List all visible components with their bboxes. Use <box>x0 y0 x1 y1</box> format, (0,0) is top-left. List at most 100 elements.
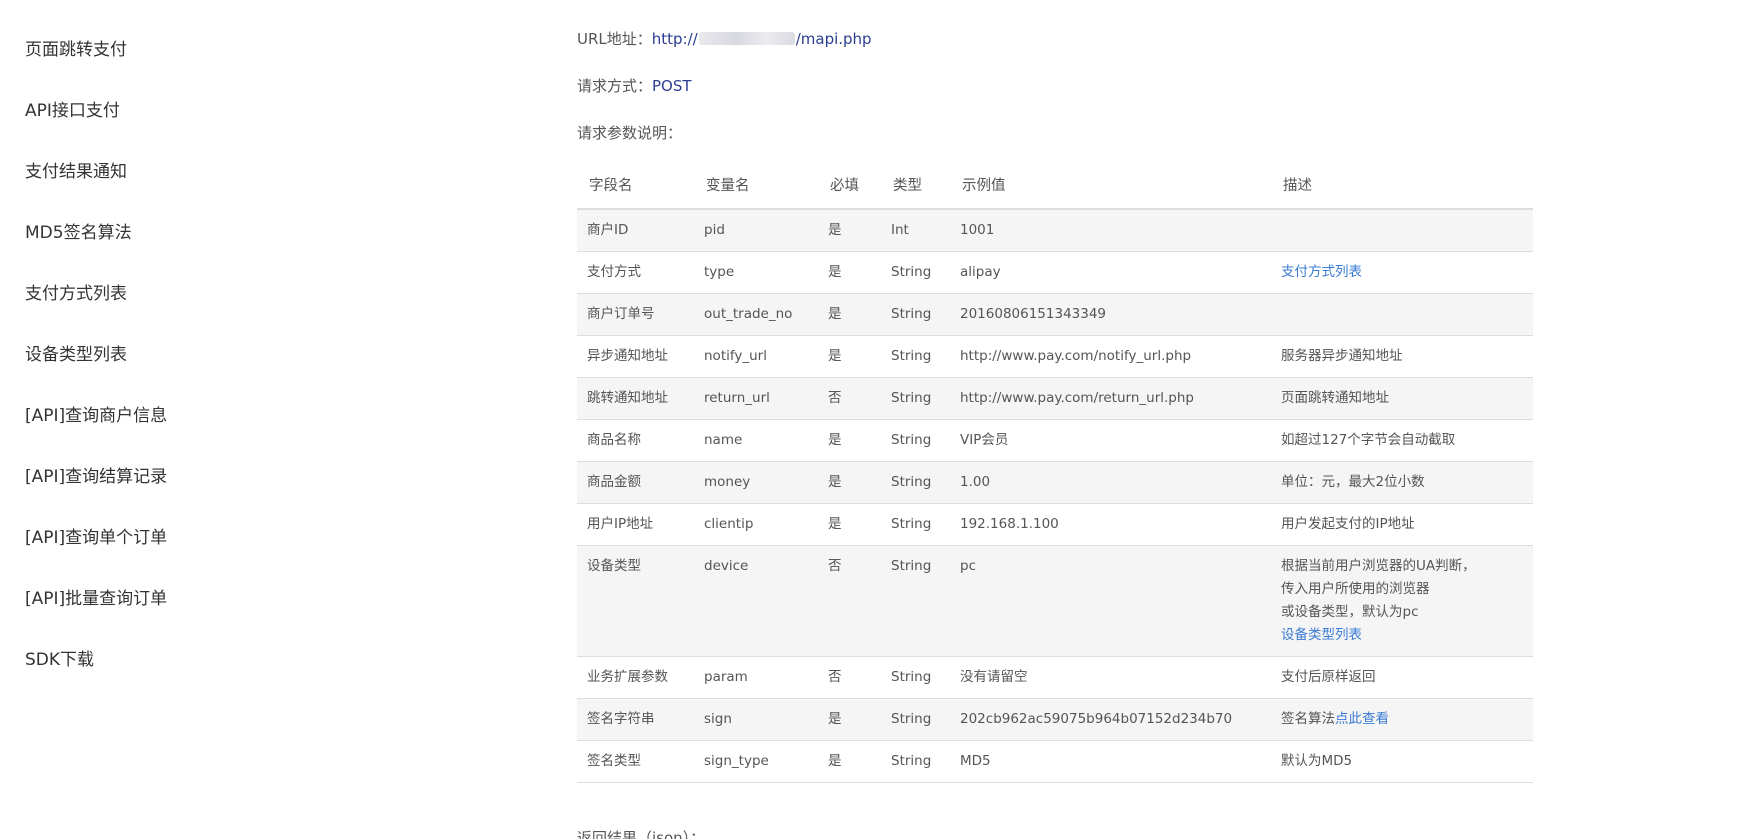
cell-var: pid <box>694 209 818 252</box>
redacted-domain <box>698 32 795 45</box>
cell-type: String <box>881 656 950 699</box>
cell-example: 20160806151343349 <box>950 293 1271 336</box>
cell-var: sign <box>694 698 818 741</box>
cell-desc <box>1271 293 1533 336</box>
sidebar-item-api-settlement[interactable]: [API]查询结算记录 <box>25 462 167 487</box>
cell-desc: 支付方式列表 <box>1271 251 1533 294</box>
sidebar-item-api-merchant-info[interactable]: [API]查询商户信息 <box>25 401 167 426</box>
cell-required: 否 <box>818 377 881 420</box>
cell-field: 跳转通知地址 <box>577 377 694 420</box>
table-row: 异步通知地址 notify_url 是 String http://www.pa… <box>577 335 1533 378</box>
cell-required: 否 <box>818 545 881 657</box>
cell-example: 1001 <box>950 209 1271 252</box>
table-row: 商品金额 money 是 String 1.00 单位：元，最大2位小数 <box>577 461 1533 504</box>
sidebar-item-pay-notify[interactable]: 支付结果通知 <box>25 157 127 182</box>
cell-field: 商户ID <box>577 209 694 252</box>
sidebar-item-page-redirect-pay[interactable]: 页面跳转支付 <box>25 35 127 60</box>
cell-field: 业务扩展参数 <box>577 656 694 699</box>
table-row: 签名字符串 sign 是 String 202cb962ac59075b964b… <box>577 698 1533 741</box>
cell-desc: 如超过127个字节会自动截取 <box>1271 419 1533 462</box>
cell-field: 商品金额 <box>577 461 694 504</box>
url-label: URL地址： <box>577 30 652 48</box>
url-prefix: http:// <box>651 30 698 48</box>
device-desc-line: 或设备类型，默认为pc <box>1281 604 1419 620</box>
sidebar-item-pay-types[interactable]: 支付方式列表 <box>25 279 127 304</box>
cell-example: VIP会员 <box>950 419 1271 462</box>
sign-algo-link[interactable]: 点此查看 <box>1335 711 1389 727</box>
sidebar-item-sdk-download[interactable]: SDK下载 <box>25 645 94 670</box>
table-row: 商品名称 name 是 String VIP会员 如超过127个字节会自动截取 <box>577 419 1533 462</box>
cell-desc: 单位：元，最大2位小数 <box>1271 461 1533 504</box>
cell-required: 否 <box>818 656 881 699</box>
table-row: 用户IP地址 clientip 是 String 192.168.1.100 用… <box>577 503 1533 546</box>
pay-types-link[interactable]: 支付方式列表 <box>1281 264 1362 280</box>
cell-required: 是 <box>818 293 881 336</box>
sidebar-item-api-single-order[interactable]: [API]查询单个订单 <box>25 523 167 548</box>
cell-type: String <box>881 419 950 462</box>
cell-desc: 签名算法点此查看 <box>1271 698 1533 741</box>
cell-field: 用户IP地址 <box>577 503 694 546</box>
cell-desc: 支付后原样返回 <box>1271 656 1533 699</box>
cell-example: 202cb962ac59075b964b07152d234b70 <box>950 698 1271 741</box>
cell-example: http://www.pay.com/notify_url.php <box>950 335 1271 378</box>
header-var: 变量名 <box>694 161 818 210</box>
cell-example: 没有请留空 <box>950 656 1271 699</box>
table-row: 商户ID pid 是 Int 1001 <box>577 209 1533 252</box>
sidebar: 页面跳转支付 API接口支付 支付结果通知 MD5签名算法 支付方式列表 设备类… <box>0 0 480 839</box>
device-types-link[interactable]: 设备类型列表 <box>1281 627 1362 643</box>
sidebar-item-api-batch-orders[interactable]: [API]批量查询订单 <box>25 584 167 609</box>
cell-required: 是 <box>818 503 881 546</box>
table-row: 设备类型 device 否 String pc 根据当前用户浏览器的UA判断， … <box>577 545 1533 657</box>
table-row: 签名类型 sign_type 是 String MD5 默认为MD5 <box>577 740 1533 783</box>
table-row: 商户订单号 out_trade_no 是 String 201608061513… <box>577 293 1533 336</box>
cell-var: return_url <box>694 377 818 420</box>
cell-field: 商品名称 <box>577 419 694 462</box>
header-example: 示例值 <box>950 161 1271 210</box>
header-type: 类型 <box>881 161 950 210</box>
cell-required: 是 <box>818 461 881 504</box>
sidebar-item-md5-sign[interactable]: MD5签名算法 <box>25 218 132 243</box>
cell-example: http://www.pay.com/return_url.php <box>950 377 1271 420</box>
params-table: 字段名 变量名 必填 类型 示例值 描述 商户ID pid 是 Int 1001 <box>577 161 1533 783</box>
cell-field: 支付方式 <box>577 251 694 294</box>
cell-desc: 根据当前用户浏览器的UA判断， 传入用户所使用的浏览器 或设备类型，默认为pc … <box>1271 545 1533 657</box>
cell-var: device <box>694 545 818 657</box>
table-row: 跳转通知地址 return_url 否 String http://www.pa… <box>577 377 1533 420</box>
cell-required: 是 <box>818 419 881 462</box>
cell-type: String <box>881 545 950 657</box>
cell-type: String <box>881 377 950 420</box>
cell-field: 商户订单号 <box>577 293 694 336</box>
page: 页面跳转支付 API接口支付 支付结果通知 MD5签名算法 支付方式列表 设备类… <box>0 0 1753 839</box>
cell-required: 是 <box>818 251 881 294</box>
cell-required: 是 <box>818 698 881 741</box>
cell-required: 是 <box>818 209 881 252</box>
sidebar-item-device-types[interactable]: 设备类型列表 <box>25 340 127 365</box>
cell-example: pc <box>950 545 1271 657</box>
cell-example: 1.00 <box>950 461 1271 504</box>
table-row: 支付方式 type 是 String alipay 支付方式列表 <box>577 251 1533 294</box>
cell-var: name <box>694 419 818 462</box>
cell-field: 签名类型 <box>577 740 694 783</box>
cell-example: 192.168.1.100 <box>950 503 1271 546</box>
method-line: 请求方式：POST <box>577 75 692 96</box>
header-required: 必填 <box>818 161 881 210</box>
device-desc-line: 根据当前用户浏览器的UA判断， <box>1281 558 1476 574</box>
cell-var: money <box>694 461 818 504</box>
cell-type: String <box>881 293 950 336</box>
cell-example: MD5 <box>950 740 1271 783</box>
cell-field: 签名字符串 <box>577 698 694 741</box>
cell-type: Int <box>881 209 950 252</box>
cell-type: String <box>881 461 950 504</box>
cell-var: param <box>694 656 818 699</box>
cell-var: clientip <box>694 503 818 546</box>
cell-desc: 服务器异步通知地址 <box>1271 335 1533 378</box>
cell-field: 设备类型 <box>577 545 694 657</box>
cell-desc: 用户发起支付的IP地址 <box>1271 503 1533 546</box>
cell-field: 异步通知地址 <box>577 335 694 378</box>
return-heading: 返回结果（json）： <box>577 829 706 839</box>
cell-type: String <box>881 740 950 783</box>
cell-var: sign_type <box>694 740 818 783</box>
cell-type: String <box>881 698 950 741</box>
header-field: 字段名 <box>577 161 694 210</box>
sidebar-item-api-pay[interactable]: API接口支付 <box>25 96 120 121</box>
